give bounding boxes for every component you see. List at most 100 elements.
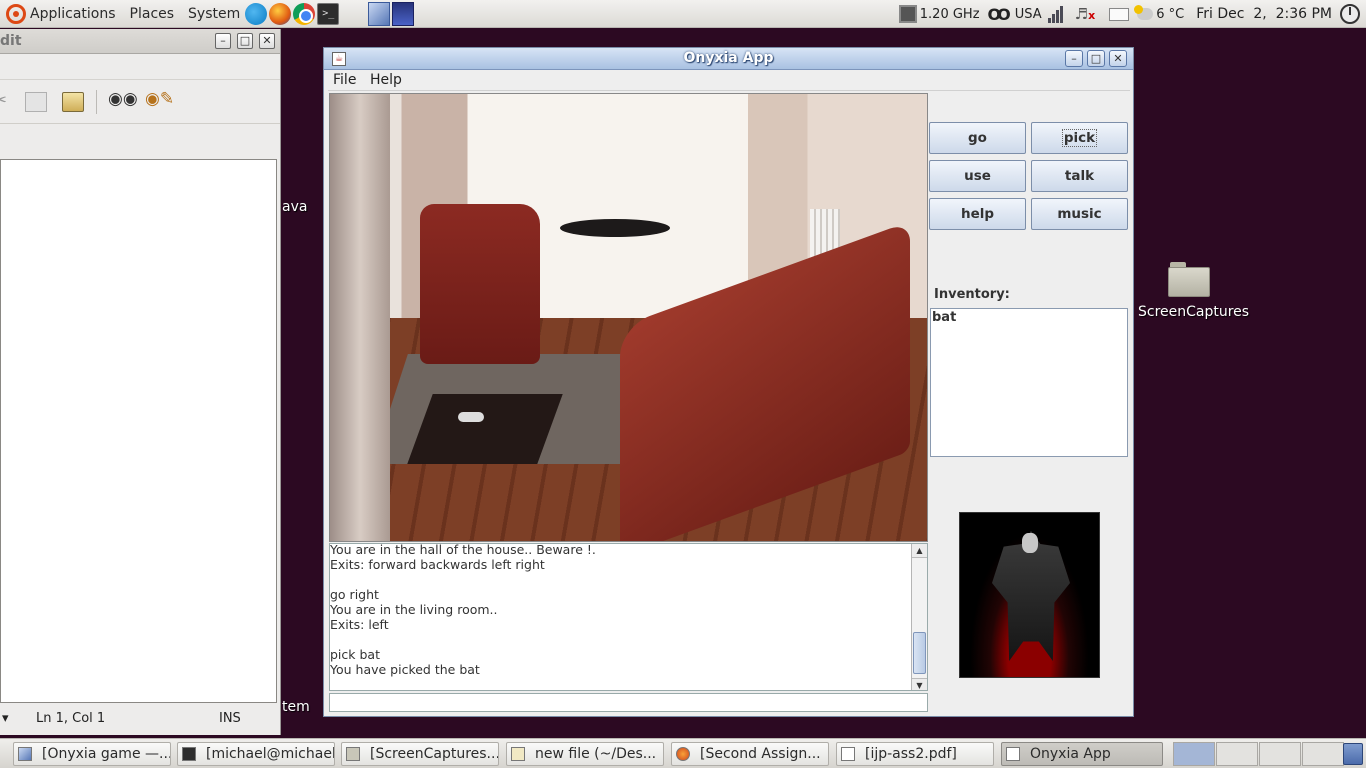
pick-button-label: pick: [1061, 129, 1098, 147]
taskbar-item-screencaptures[interactable]: [ScreenCaptures...: [341, 742, 499, 766]
workspace-switcher[interactable]: [1172, 742, 1344, 766]
character-portrait-image: [959, 512, 1100, 678]
scroll-down-icon[interactable]: ▼: [912, 678, 927, 690]
applications-menu[interactable]: Applications: [0, 0, 120, 28]
text-editor-window: dit – □ ✕ ✂ ◉◉ ◉✎ ▾ Ln 1, Col 1 INS: [0, 29, 281, 735]
talk-button-label: talk: [1064, 168, 1095, 184]
console-scrollbar[interactable]: ▲ ▼: [911, 544, 927, 690]
find-replace-icon[interactable]: ◉✎: [145, 89, 174, 109]
room-scene-image: [329, 93, 928, 542]
cut-icon[interactable]: ✂: [0, 90, 14, 111]
task-label: Onyxia App: [1030, 746, 1111, 762]
desktop-partial-label-java: ava: [282, 199, 308, 215]
terminal-icon[interactable]: >_: [317, 2, 340, 25]
taskbar-item-new-file[interactable]: new file (~/Des...: [506, 742, 664, 766]
places-menu[interactable]: Places: [126, 0, 179, 28]
workspace-4[interactable]: [1302, 742, 1344, 766]
ubuntu-logo-icon: [6, 3, 26, 24]
taskbar-item-second-assign[interactable]: [Second Assign...: [671, 742, 829, 766]
folder-icon[interactable]: [1168, 262, 1210, 297]
system-tray: 1.20 GHz OO USA ♬x 6 °C Fri Dec 2, 2:36 …: [898, 0, 1366, 28]
help-button-label: help: [960, 206, 995, 222]
pdf-icon: [841, 747, 855, 761]
copy-icon[interactable]: [25, 92, 47, 112]
menu-help[interactable]: Help: [370, 72, 402, 88]
music-button[interactable]: music: [1031, 198, 1128, 230]
menu-file[interactable]: File: [333, 72, 356, 88]
volume-muted-icon[interactable]: ♬x: [1075, 5, 1096, 23]
skype-icon[interactable]: [245, 2, 268, 25]
statusbar-dropdown-icon[interactable]: ▾: [2, 711, 9, 726]
folder-icon: [346, 747, 360, 761]
editor-text-area[interactable]: [0, 159, 277, 703]
taskbar: [Onyxia game —... [michael@michael... [S…: [0, 738, 1366, 768]
talk-button[interactable]: talk: [1031, 160, 1128, 192]
command-input[interactable]: [329, 693, 928, 712]
app-titlebar[interactable]: ☕ Onyxia App – □ ✕: [324, 48, 1133, 70]
scroll-up-icon[interactable]: ▲: [912, 544, 927, 558]
weather-icon[interactable]: [1134, 5, 1154, 20]
toolbar-separator: [96, 90, 97, 114]
chrome-icon[interactable]: [293, 2, 316, 25]
screencaptures-folder-label[interactable]: ScreenCaptures: [1138, 304, 1249, 320]
firefox-icon[interactable]: [269, 2, 292, 25]
close-icon[interactable]: ✕: [1109, 50, 1127, 67]
cpu-frequency-text: 1.20 GHz: [919, 6, 980, 22]
taskbar-item-onyxia-app[interactable]: Onyxia App: [1001, 742, 1163, 766]
inventory-list[interactable]: bat: [930, 308, 1128, 457]
task-label: new file (~/Des...: [535, 746, 657, 762]
top-panel: Applications Places System >_ 1.20 GHz O…: [0, 0, 1366, 28]
taskbar-item-terminal[interactable]: [michael@michael...: [177, 742, 335, 766]
music-button-label: music: [1057, 206, 1102, 222]
java-icon: [1006, 747, 1020, 761]
editor-titlebar[interactable]: dit – □ ✕: [0, 29, 280, 54]
find-icon[interactable]: ◉◉: [108, 89, 138, 109]
workspace-2[interactable]: [1216, 742, 1258, 766]
taskbar-item-onyxia-game[interactable]: [Onyxia game —...: [13, 742, 171, 766]
mail-icon[interactable]: [1109, 7, 1130, 21]
maximize-icon[interactable]: □: [1087, 50, 1105, 67]
system-menu[interactable]: System: [184, 0, 244, 28]
inventory-label: Inventory:: [934, 287, 1010, 302]
cube-icon: [18, 747, 32, 761]
app-title: Onyxia App: [683, 50, 774, 66]
task-label: [ijp-ass2.pdf]: [865, 746, 957, 762]
task-label: [michael@michael...: [206, 746, 335, 762]
applications-menu-label: Applications: [30, 5, 116, 22]
game-console-output[interactable]: You are in the hall of the house.. Bewar…: [329, 543, 928, 691]
scroll-thumb[interactable]: [913, 632, 926, 674]
keyboard-layout-indicator[interactable]: USA: [1015, 7, 1042, 22]
eclipse-icon[interactable]: [392, 1, 415, 26]
onyxia-app-window: ☕ Onyxia App – □ ✕ File Help You are in …: [323, 47, 1134, 717]
text-editor-icon: [511, 747, 525, 761]
power-icon[interactable]: [1340, 4, 1360, 24]
app-menubar: File Help: [328, 70, 1130, 91]
weather-temperature[interactable]: 6 °C: [1156, 7, 1184, 22]
minimize-icon[interactable]: –: [215, 33, 231, 49]
close-icon[interactable]: ✕: [259, 33, 275, 49]
maximize-icon[interactable]: □: [237, 33, 253, 49]
keys-icon: [458, 412, 484, 422]
minimize-icon[interactable]: –: [1065, 50, 1083, 67]
editor-menubar: [0, 54, 280, 80]
trash-icon[interactable]: [1343, 743, 1363, 765]
clock[interactable]: Fri Dec 2, 2:36 PM: [1196, 6, 1332, 22]
pick-button[interactable]: pick: [1031, 122, 1128, 154]
firefox-icon: [676, 747, 690, 761]
workspace-1[interactable]: [1173, 742, 1215, 766]
use-button[interactable]: use: [929, 160, 1026, 192]
workspace-3[interactable]: [1259, 742, 1301, 766]
accessibility-glasses-icon[interactable]: OO: [988, 5, 1011, 24]
terminal-icon: [182, 747, 196, 761]
desktop-partial-label-system: tem: [282, 699, 310, 715]
task-label: [ScreenCaptures...: [370, 746, 499, 762]
cpu-frequency-icon[interactable]: [898, 5, 917, 23]
taskbar-item-pdf[interactable]: [ijp-ass2.pdf]: [836, 742, 994, 766]
go-button[interactable]: go: [929, 122, 1026, 154]
network-signal-icon[interactable]: [1047, 5, 1063, 23]
inventory-item[interactable]: bat: [932, 310, 956, 325]
use-button-label: use: [964, 168, 991, 184]
help-button[interactable]: help: [929, 198, 1026, 230]
paste-icon[interactable]: [62, 92, 84, 112]
desktop-cube-icon[interactable]: [368, 1, 391, 26]
